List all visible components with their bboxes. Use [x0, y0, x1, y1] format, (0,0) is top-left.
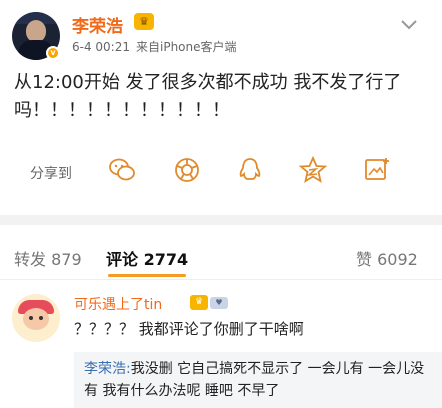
- tab-repost-label: 转发: [14, 250, 47, 269]
- section-divider: [0, 215, 442, 225]
- vip-badge-icon: ♛: [190, 295, 208, 310]
- tab-comment-label: 评论: [106, 250, 139, 269]
- wechat-icon[interactable]: [108, 156, 136, 184]
- tab-comment-count: 2774: [143, 250, 189, 269]
- reply-author[interactable]: 李荣浩:: [84, 361, 131, 377]
- tab-divider: [0, 279, 442, 280]
- avatar-eye: [39, 316, 43, 320]
- share-label: 分享到: [30, 166, 72, 182]
- reply-text: 我没删 它自己搞死不显示了 一会儿有 一会儿没有 我有什么办法呢 睡吧 不早了: [84, 361, 425, 399]
- comment-text: ？？？？ 我都评论了你删了干啥啊: [74, 320, 304, 338]
- post-time: 6-4 00:21: [72, 40, 130, 54]
- post-meta: 6-4 00:21 来自iPhone客户端: [72, 38, 237, 55]
- image-share-icon[interactable]: [363, 156, 391, 184]
- avatar-face: [23, 308, 49, 330]
- post-source: 来自iPhone客户端: [136, 40, 237, 54]
- post-content: 从12:00开始 发了很多次都不成功 我不发了行了吗！！！！！！！！！！！: [14, 72, 402, 121]
- author-name[interactable]: 李荣浩: [72, 12, 123, 37]
- vip-crown-icon: ♛: [134, 13, 154, 30]
- tab-comment[interactable]: 评论 2774: [106, 246, 188, 270]
- avatar-face: [26, 20, 46, 42]
- chevron-down-icon[interactable]: [400, 18, 418, 32]
- commenter-name[interactable]: 可乐遇上了tin: [74, 294, 162, 314]
- tab-repost[interactable]: 转发 879: [14, 246, 82, 270]
- qzone-icon[interactable]: [299, 156, 327, 184]
- verified-icon: v: [46, 46, 60, 60]
- reply-content: 李荣浩:我没删 它自己搞死不显示了 一会儿有 一会儿没有 我有什么办法呢 睡吧 …: [84, 358, 434, 402]
- tab-like-label: 赞: [356, 250, 373, 269]
- tab-like[interactable]: 赞 6092: [356, 246, 418, 270]
- tab-repost-count: 879: [51, 250, 82, 269]
- moments-icon[interactable]: [173, 156, 201, 184]
- fan-badge-icon: ♥: [210, 297, 228, 309]
- qq-icon[interactable]: [236, 156, 264, 184]
- commenter-avatar[interactable]: [12, 294, 60, 342]
- active-tab-indicator: [108, 274, 186, 277]
- tab-like-count: 6092: [377, 250, 418, 269]
- avatar-eye: [29, 316, 33, 320]
